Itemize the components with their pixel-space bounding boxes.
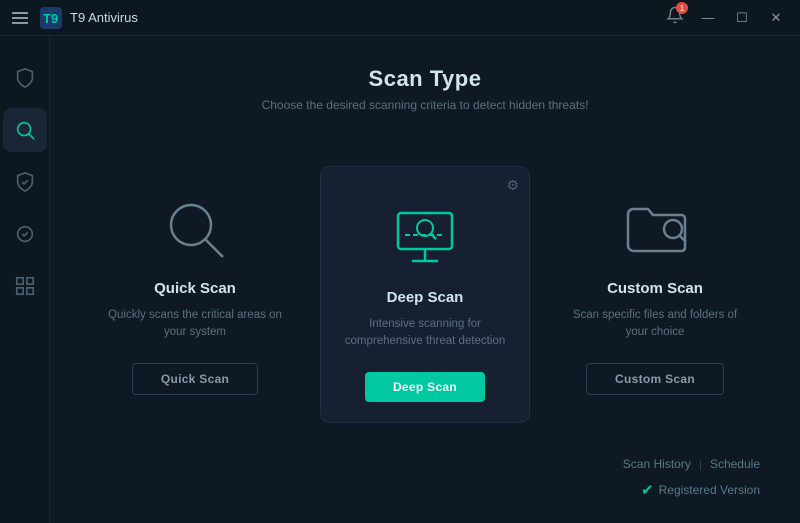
scan-cards-container: Quick Scan Quickly scans the critical ar… (90, 142, 760, 447)
quick-scan-card[interactable]: Quick Scan Quickly scans the critical ar… (90, 174, 300, 415)
sidebar (0, 36, 50, 523)
custom-scan-title: Custom Scan (607, 280, 703, 297)
deep-scan-button[interactable]: Deep Scan (365, 372, 485, 402)
svg-text:T9: T9 (43, 11, 58, 26)
quick-scan-button[interactable]: Quick Scan (132, 363, 258, 395)
footer-divider: | (699, 457, 702, 471)
content-area: Scan Type Choose the desired scanning cr… (50, 36, 800, 523)
notification-badge: 1 (676, 2, 688, 14)
maximize-button[interactable]: ☐ (726, 4, 758, 32)
page-title-container: Scan Type (90, 66, 760, 92)
page-subtitle: Choose the desired scanning criteria to … (90, 98, 760, 112)
custom-scan-card[interactable]: Custom Scan Scan specific files and fold… (550, 174, 760, 415)
custom-scan-button[interactable]: Custom Scan (586, 363, 724, 395)
app-title: T9 Antivirus (70, 10, 138, 25)
footer-links: Scan History | Schedule (623, 457, 760, 471)
quick-scan-icon (163, 194, 228, 264)
registered-version: ✔ Registered Version (641, 481, 760, 499)
sidebar-item-tools[interactable] (3, 264, 47, 308)
deep-scan-title: Deep Scan (387, 289, 464, 306)
gear-icon[interactable]: ⚙ (506, 177, 519, 194)
sidebar-item-check[interactable] (3, 160, 47, 204)
main-layout: Scan Type Choose the desired scanning cr… (0, 36, 800, 523)
registered-label: Registered Version (659, 483, 760, 497)
custom-scan-desc: Scan specific files and folders of your … (566, 307, 744, 343)
schedule-link[interactable]: Schedule (710, 457, 760, 471)
deep-scan-card[interactable]: ⚙ Deep Scan Intensive scanning for compr (320, 166, 530, 423)
title-bar-left: T9 T9 Antivirus (8, 7, 138, 29)
close-button[interactable]: ✕ (760, 4, 792, 32)
quick-scan-title: Quick Scan (154, 280, 236, 297)
deep-scan-desc: Intensive scanning for comprehensive thr… (337, 316, 513, 352)
registered-check-icon: ✔ (641, 481, 654, 499)
notification-icon[interactable]: 1 (666, 6, 684, 29)
scan-history-link[interactable]: Scan History (623, 457, 691, 471)
custom-scan-icon (623, 194, 688, 264)
app-logo: T9 (40, 7, 62, 29)
page-title: Scan Type (90, 66, 760, 92)
title-bar: T9 T9 Antivirus 1 — ☐ ✕ (0, 0, 800, 36)
sidebar-item-shield2[interactable] (3, 212, 47, 256)
deep-scan-icon (390, 203, 460, 273)
quick-scan-desc: Quickly scans the critical areas on your… (106, 307, 284, 343)
title-bar-controls: 1 — ☐ ✕ (666, 4, 792, 32)
sidebar-item-scan[interactable] (3, 108, 47, 152)
sidebar-item-protection[interactable] (3, 56, 47, 100)
minimize-button[interactable]: — (692, 4, 724, 32)
menu-icon[interactable] (8, 8, 32, 28)
footer: Scan History | Schedule ✔ Registered Ver… (90, 447, 760, 503)
